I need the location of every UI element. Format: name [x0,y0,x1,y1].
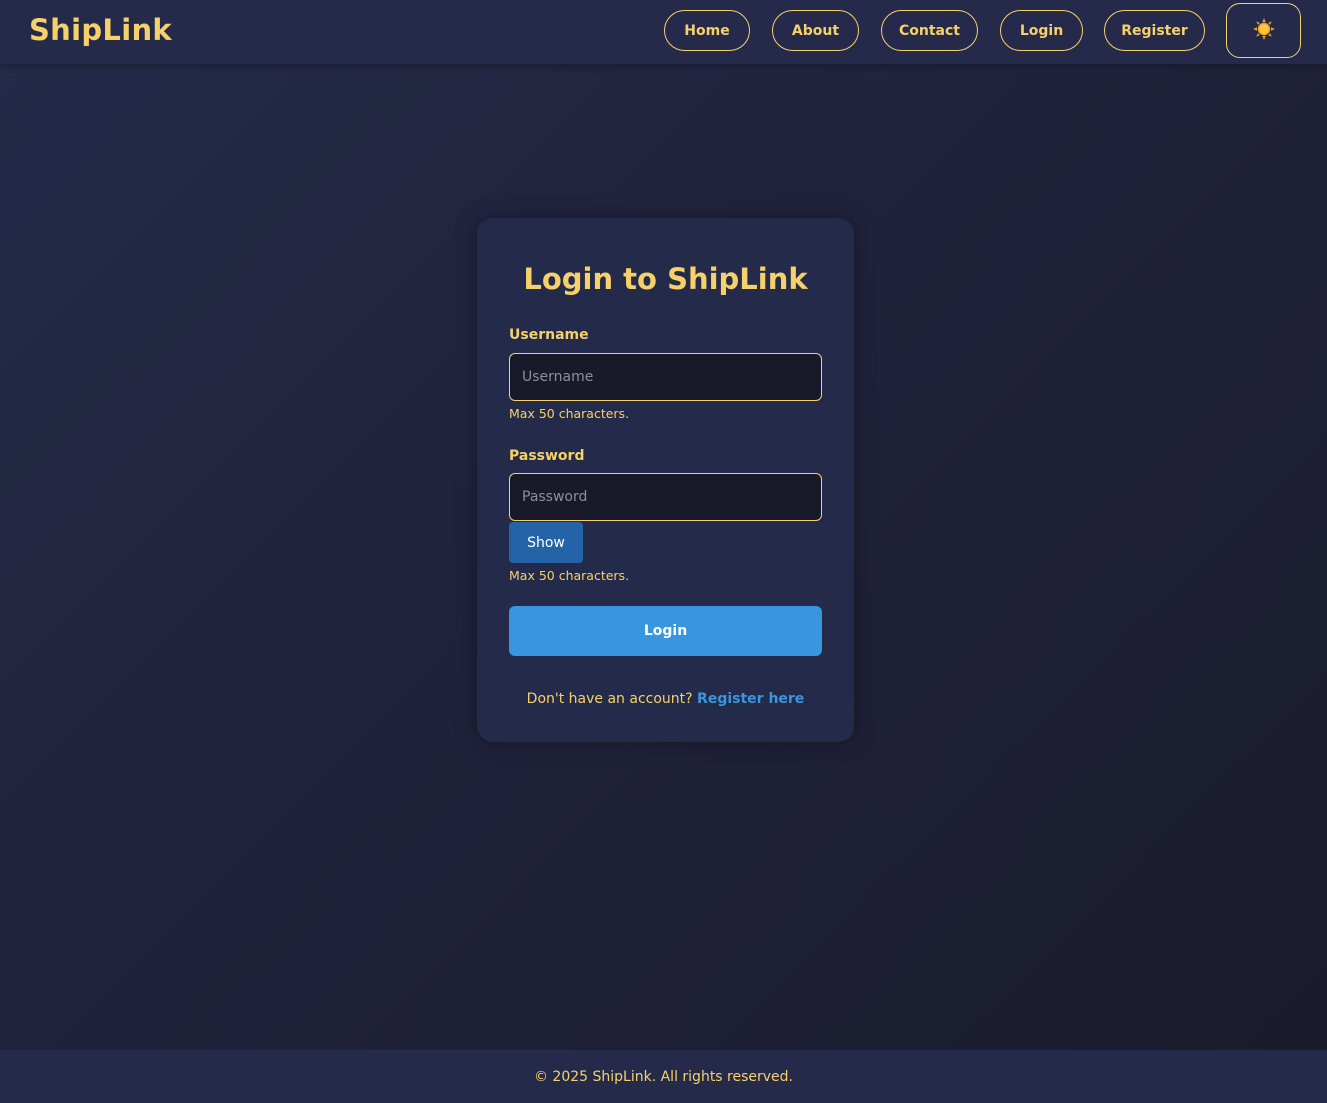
username-hint: Max 50 characters. [509,406,630,421]
password-input[interactable] [509,473,822,521]
page-title: Login to ShipLink [523,262,808,296]
register-prompt-line: Don't have an account? Register here [477,691,854,707]
footer-copyright: © 2025 ShipLink. All rights reserved. [533,1068,794,1085]
login-card: Login to ShipLink Username Max 50 charac… [477,218,854,742]
password-hint: Max 50 characters. [509,568,630,583]
register-link[interactable]: Register here [697,691,804,707]
navbar: ShipLink Home About Contact Login Regist… [0,0,1327,64]
nav-register-button[interactable]: Register [1104,10,1205,51]
password-label: Password [509,448,585,464]
register-prompt-text: Don't have an account? [526,691,693,707]
username-input[interactable] [509,353,822,401]
nav-login-button[interactable]: Login [1000,10,1083,51]
nav-about-button[interactable]: About [772,10,859,51]
sun-icon [1252,18,1275,43]
nav-contact-button[interactable]: Contact [881,10,978,51]
nav-home-button[interactable]: Home [664,10,750,51]
username-label: Username [509,327,589,343]
brand-logo[interactable]: ShipLink [29,13,172,47]
theme-toggle-button[interactable] [1226,3,1301,58]
show-password-button[interactable]: Show [509,522,583,563]
login-submit-button[interactable]: Login [509,606,822,656]
footer: © 2025 ShipLink. All rights reserved. [0,1050,1327,1103]
